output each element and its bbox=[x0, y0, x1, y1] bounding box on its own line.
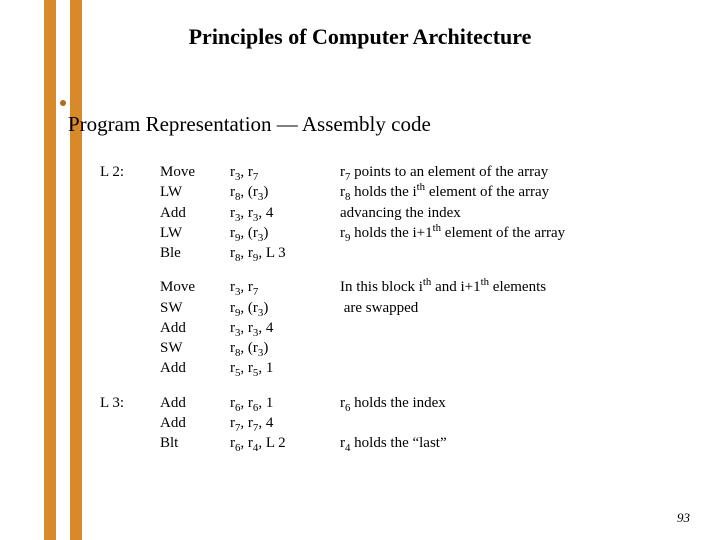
operands: r6, r4, L 2 bbox=[230, 433, 340, 453]
code-line: Addr3, r3, 4 bbox=[100, 318, 696, 338]
opcode: Move bbox=[160, 277, 230, 297]
operands: r5, r5, 1 bbox=[230, 358, 340, 378]
code-line: LWr8, (r3)r8 holds the ith element of th… bbox=[100, 182, 696, 202]
annotation: r4 holds the “last” bbox=[340, 433, 696, 453]
opcode: Blt bbox=[160, 433, 230, 453]
accent-bar-left bbox=[44, 0, 56, 540]
code-line: SWr9, (r3) are swapped bbox=[100, 298, 696, 318]
code-line: Addr3, r3, 4advancing the index bbox=[100, 203, 696, 223]
annotation: r8 holds the ith element of the array bbox=[340, 182, 696, 202]
operands: r9, (r3) bbox=[230, 223, 340, 243]
slide-title: Principles of Computer Architecture bbox=[0, 24, 720, 50]
operands: r6, r6, 1 bbox=[230, 393, 340, 413]
bullet-icon bbox=[60, 100, 66, 106]
opcode: Move bbox=[160, 162, 230, 182]
annotation: advancing the index bbox=[340, 203, 696, 223]
code-line: L 3:Addr6, r6, 1r6 holds the index bbox=[100, 393, 696, 413]
code-line: Bler8, r9, L 3 bbox=[100, 243, 696, 263]
annotation: r7 points to an element of the array bbox=[340, 162, 696, 182]
operands: r3, r3, 4 bbox=[230, 318, 340, 338]
section-heading: Program Representation — Assembly code bbox=[68, 112, 431, 137]
operands: r9, (r3) bbox=[230, 298, 340, 318]
opcode: Add bbox=[160, 358, 230, 378]
operands: r3, r7 bbox=[230, 162, 340, 182]
opcode: Add bbox=[160, 393, 230, 413]
opcode: Ble bbox=[160, 243, 230, 263]
code-line: Mover3, r7In this block ith and i+1th el… bbox=[100, 277, 696, 297]
code-line: Addr5, r5, 1 bbox=[100, 358, 696, 378]
opcode: Add bbox=[160, 203, 230, 223]
opcode: Add bbox=[160, 318, 230, 338]
opcode: Add bbox=[160, 413, 230, 433]
opcode: LW bbox=[160, 182, 230, 202]
operands: r8, (r3) bbox=[230, 182, 340, 202]
code-line: Bltr6, r4, L 2r4 holds the “last” bbox=[100, 433, 696, 453]
operands: r8, r9, L 3 bbox=[230, 243, 340, 263]
code-line: SWr8, (r3) bbox=[100, 338, 696, 358]
opcode: SW bbox=[160, 298, 230, 318]
accent-bar-right bbox=[70, 0, 82, 540]
block-label: L 3: bbox=[100, 393, 160, 413]
code-line: L 2:Mover3, r7r7 points to an element of… bbox=[100, 162, 696, 182]
operands: r7, r7, 4 bbox=[230, 413, 340, 433]
operands: r8, (r3) bbox=[230, 338, 340, 358]
opcode: LW bbox=[160, 223, 230, 243]
block-label: L 2: bbox=[100, 162, 160, 182]
annotation: r9 holds the i+1th element of the array bbox=[340, 223, 696, 243]
annotation: In this block ith and i+1th elements bbox=[340, 277, 696, 297]
code-line: Addr7, r7, 4 bbox=[100, 413, 696, 433]
opcode: SW bbox=[160, 338, 230, 358]
operands: r3, r7 bbox=[230, 277, 340, 297]
operands: r3, r3, 4 bbox=[230, 203, 340, 223]
page-number: 93 bbox=[677, 510, 690, 526]
annotation: are swapped bbox=[340, 298, 696, 318]
annotation: r6 holds the index bbox=[340, 393, 696, 413]
code-line: LWr9, (r3)r9 holds the i+1th element of … bbox=[100, 223, 696, 243]
assembly-listing: L 2:Mover3, r7r7 points to an element of… bbox=[100, 162, 696, 453]
